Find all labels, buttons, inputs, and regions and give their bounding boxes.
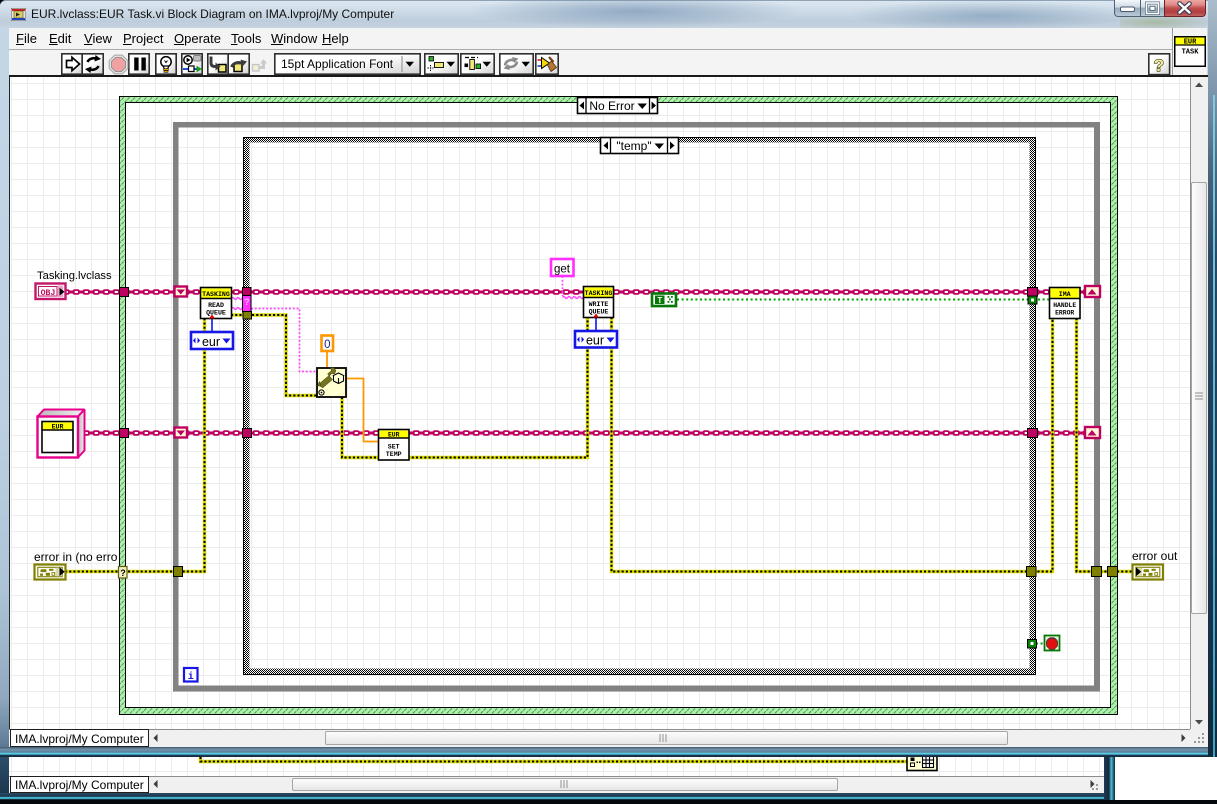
svg-text:i: i [188, 671, 194, 683]
svg-text:EUR: EUR [52, 424, 64, 431]
svg-text:error in (no erro: error in (no erro [34, 550, 118, 564]
svg-text:T: T [657, 296, 662, 305]
svg-text:TASKING: TASKING [202, 291, 230, 298]
svg-text:No Error: No Error [589, 99, 634, 113]
svg-text:get: get [554, 264, 571, 276]
svg-text:QUEUE: QUEUE [206, 310, 226, 317]
svg-text:?: ? [244, 297, 250, 308]
svg-text:OBJ: OBJ [41, 289, 56, 298]
svg-text:ERROR: ERROR [1055, 310, 1074, 317]
svg-text:?: ? [120, 568, 126, 578]
svg-text:?: ? [1154, 56, 1164, 75]
svg-text:READ: READ [208, 302, 224, 309]
svg-text:"temp": "temp" [616, 139, 651, 153]
svg-text:IMA: IMA [1059, 291, 1071, 298]
svg-text:WRITE: WRITE [589, 301, 609, 308]
svg-text:0: 0 [324, 339, 330, 351]
svg-text:eur: eur [586, 334, 604, 348]
svg-text:eur: eur [202, 335, 220, 349]
svg-text:TEMP: TEMP [386, 451, 402, 458]
svg-text:EUR: EUR [1184, 39, 1197, 47]
svg-text:Tasking.lvclass: Tasking.lvclass [37, 270, 112, 282]
svg-text:QUEUE: QUEUE [589, 309, 609, 316]
svg-text:SET: SET [388, 444, 400, 451]
svg-text:15pt Application Font: 15pt Application Font [281, 57, 394, 71]
svg-text:EUR: EUR [388, 432, 400, 439]
svg-text:HANDLE: HANDLE [1053, 302, 1076, 309]
svg-text:TASKING: TASKING [585, 290, 613, 297]
svg-text:error out: error out [1132, 549, 1178, 563]
